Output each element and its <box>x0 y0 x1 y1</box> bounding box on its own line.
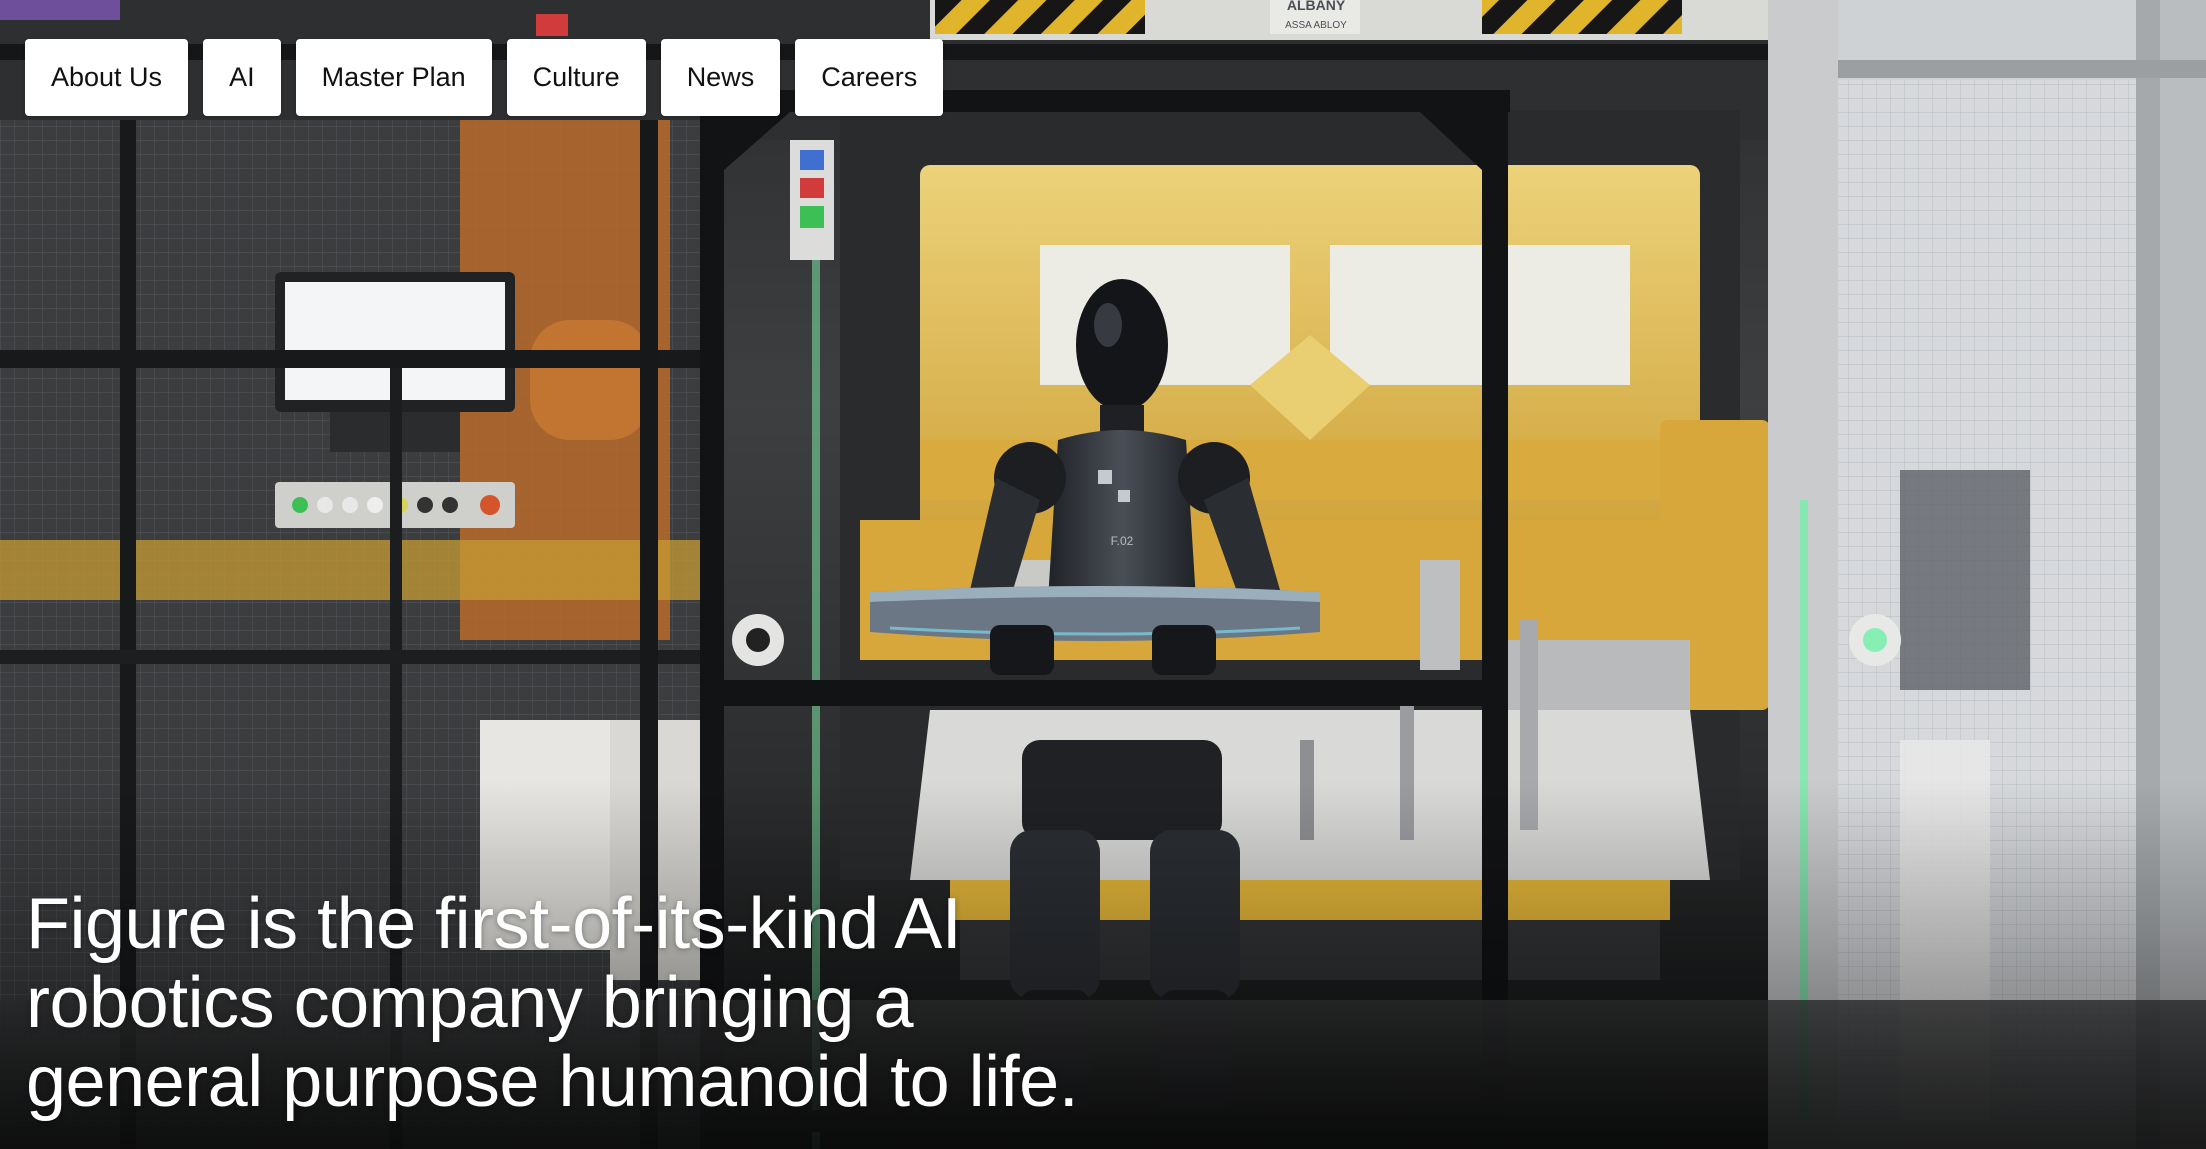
nav-about-us[interactable]: About Us <box>25 39 189 116</box>
top-navigation: About Us AI Master Plan Culture News Car… <box>25 39 944 116</box>
nav-careers[interactable]: Careers <box>795 39 944 116</box>
robot-model-label: F.02 <box>1111 534 1134 548</box>
hero-headline: Figure is the first-of-its-kind AI robot… <box>26 885 1206 1122</box>
headline-line-3: general purpose humanoid to life. <box>26 1042 1079 1122</box>
nav-ai[interactable]: AI <box>203 39 281 116</box>
nav-master-plan[interactable]: Master Plan <box>295 39 492 116</box>
headline-line-1: Figure is the first-of-its-kind AI <box>26 884 962 964</box>
headline-line-2: robotics company bringing a <box>26 963 914 1043</box>
signage-brand: ALBANY <box>1287 0 1346 13</box>
hero-section: ALBANY ASSA ABLOY F.02 About Us AI Maste… <box>0 0 2206 1149</box>
nav-news[interactable]: News <box>660 39 781 116</box>
nav-culture[interactable]: Culture <box>506 39 646 116</box>
signage-subtitle: ASSA ABLOY <box>1285 20 1347 31</box>
